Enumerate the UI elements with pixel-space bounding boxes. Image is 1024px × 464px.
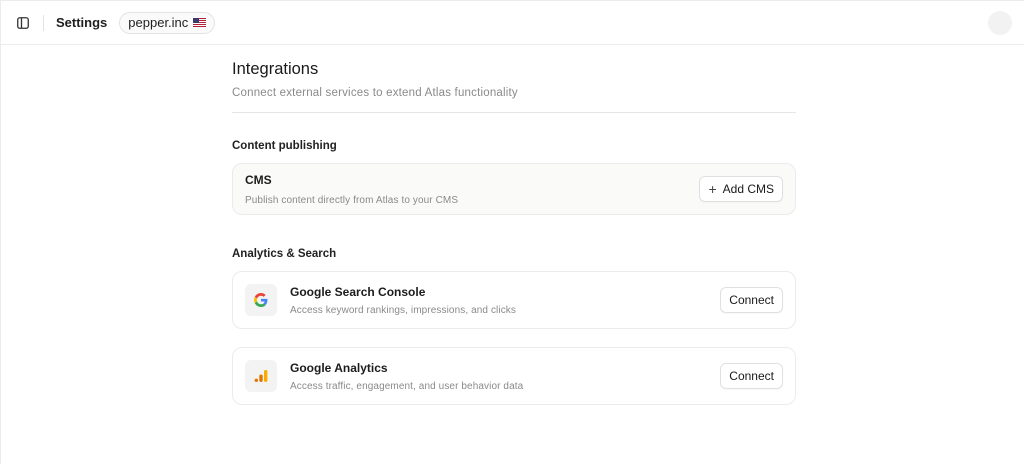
add-cms-label: Add CMS [722,182,774,196]
gsc-card-left: Google Search Console Access keyword ran… [245,284,516,316]
gsc-description: Access keyword rankings, impressions, an… [290,304,516,316]
ga-description: Access traffic, engagement, and user beh… [290,380,524,392]
gsc-title: Google Search Console [290,284,426,299]
workspace-selector[interactable]: pepper.inc [119,11,216,34]
cms-description: Publish content directly from Atlas to y… [245,194,459,206]
section-title-analytics: Analytics & Search [232,248,337,260]
gsc-connect-button[interactable]: Connect [720,287,783,313]
google-analytics-icon [245,360,277,392]
header-divider [43,14,44,31]
google-g-icon [245,284,277,316]
ga-title: Google Analytics [290,360,388,375]
user-avatar[interactable] [988,11,1012,35]
page-subtitle: Connect external services to extend Atla… [232,87,518,99]
title-divider [232,112,796,113]
top-bar: Settings pepper.inc [1,1,1024,45]
page-title-breadcrumb: Settings [56,15,108,30]
cms-title: CMS [245,172,272,187]
ga-card-left: Google Analytics Access traffic, engagem… [245,360,523,392]
plus-icon: + [708,180,717,197]
google-search-console-card: Google Search Console Access keyword ran… [232,271,796,329]
add-cms-button[interactable]: + Add CMS [699,176,783,202]
cms-card: CMS Publish content directly from Atlas … [232,163,796,215]
integrations-content: Integrations Connect external services t… [232,58,796,405]
cms-card-text: CMS Publish content directly from Atlas … [245,173,458,206]
google-analytics-card: Google Analytics Access traffic, engagem… [232,347,796,405]
section-title-content-publishing: Content publishing [232,140,337,152]
sidebar-toggle-icon[interactable] [15,16,31,30]
ga-connect-button[interactable]: Connect [720,363,783,389]
workspace-name: pepper.inc [128,15,189,30]
app-window: Settings pepper.inc Integrations Connect… [0,0,1024,464]
page-title: Integrations [232,60,319,78]
gsc-card-text: Google Search Console Access keyword ran… [290,285,516,316]
us-flag-icon [193,15,207,30]
ga-card-text: Google Analytics Access traffic, engagem… [290,361,523,392]
